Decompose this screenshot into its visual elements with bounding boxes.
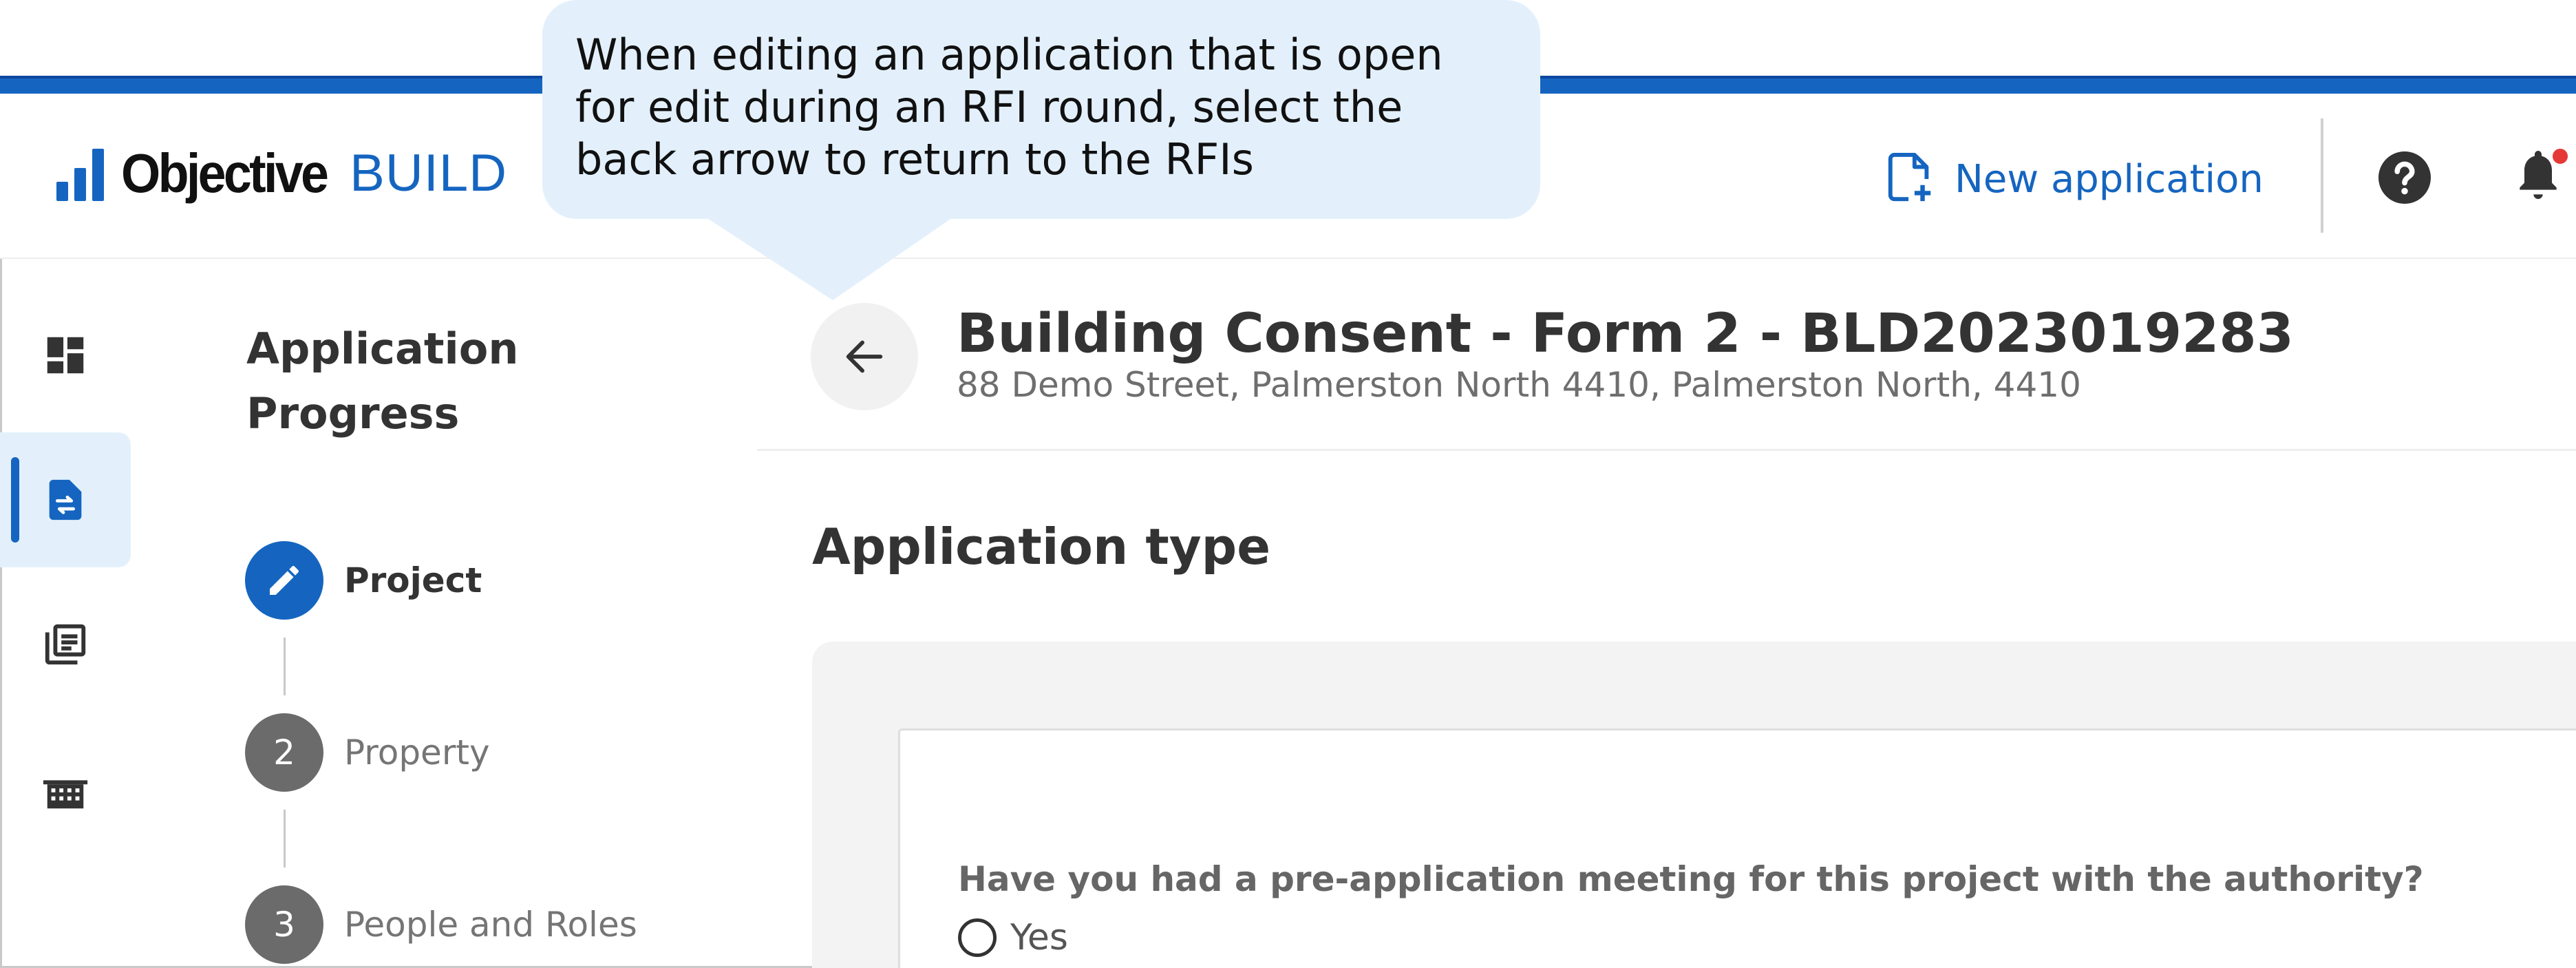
step-people-and-roles[interactable]: 3 People and Roles bbox=[245, 885, 637, 964]
application-document-icon bbox=[49, 479, 82, 520]
step-project[interactable]: Project bbox=[245, 541, 482, 620]
header-divider bbox=[2321, 118, 2323, 233]
page-title: Building Consent - Form 2 - BLD202301928… bbox=[957, 303, 2294, 365]
step-label: Property bbox=[344, 733, 490, 772]
new-application-button[interactable]: New application bbox=[1886, 151, 2264, 207]
step-connector bbox=[284, 810, 286, 867]
callout-tooltip: When editing an application that is open… bbox=[542, 0, 1540, 219]
question-label: Have you had a pre-application meeting f… bbox=[958, 859, 2424, 899]
back-button[interactable] bbox=[811, 303, 918, 410]
step-connector bbox=[284, 638, 286, 695]
sidebar-item-library[interactable] bbox=[0, 577, 131, 712]
help-icon[interactable] bbox=[2378, 151, 2431, 204]
library-books-icon bbox=[45, 624, 86, 665]
active-indicator bbox=[11, 457, 19, 543]
callout-text: When editing an application that is open… bbox=[575, 30, 1443, 185]
step-marker-current bbox=[245, 541, 323, 620]
progress-title: Application Progress bbox=[246, 324, 519, 439]
arrow-back-icon bbox=[846, 340, 883, 373]
radio-option-yes[interactable]: Yes bbox=[958, 917, 1068, 958]
new-document-icon bbox=[1888, 153, 1931, 202]
step-number: 2 bbox=[245, 713, 323, 792]
sidebar-item-buildings[interactable] bbox=[0, 723, 131, 858]
sidebar-item-dashboard[interactable] bbox=[0, 288, 131, 423]
step-number: 3 bbox=[245, 885, 323, 964]
step-label: People and Roles bbox=[344, 905, 637, 945]
section-title: Application type bbox=[812, 518, 1271, 576]
radio-label: Yes bbox=[1010, 917, 1068, 958]
notification-dot bbox=[2550, 146, 2570, 167]
form-card bbox=[898, 728, 2576, 968]
logo-bars-icon bbox=[55, 149, 107, 201]
content-divider bbox=[757, 449, 2576, 451]
radio-button[interactable] bbox=[958, 918, 997, 957]
logo-word: Objective bbox=[121, 143, 329, 204]
new-application-label: New application bbox=[1955, 156, 2264, 202]
page-subtitle: 88 Demo Street, Palmerston North 4410, P… bbox=[957, 365, 2081, 405]
dashboard-icon bbox=[47, 337, 84, 374]
building-icon bbox=[43, 780, 88, 809]
step-property[interactable]: 2 Property bbox=[245, 713, 490, 792]
pencil-icon bbox=[270, 565, 299, 595]
objective-build-logo[interactable]: Objective BUILD bbox=[55, 146, 507, 201]
step-label: Project bbox=[344, 560, 482, 600]
logo-product: BUILD bbox=[350, 144, 507, 202]
sidebar-item-applications[interactable] bbox=[0, 432, 131, 567]
